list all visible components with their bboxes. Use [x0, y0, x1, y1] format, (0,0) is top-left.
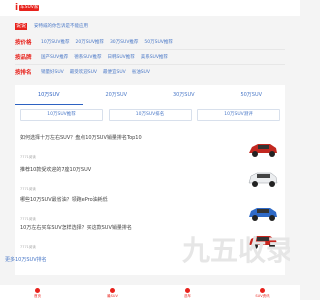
suv-icon: [110, 287, 115, 293]
subtab-recommend[interactable]: 10万SUV推荐: [20, 109, 103, 121]
nav-link[interactable]: 30万SUV推荐: [110, 39, 138, 45]
nav-category: 按排名: [15, 70, 32, 76]
watermark-text: 九五收录: [182, 234, 290, 267]
car-thumbnail[interactable]: [246, 167, 280, 189]
notice-link[interactable]: 安特威的你告诉是不能应用: [34, 23, 88, 29]
tab-30w[interactable]: 30万SUV: [150, 85, 218, 105]
article-title[interactable]: 如何选择十万左右SUV？盘点10万SUV销量排名Top10: [20, 135, 240, 142]
footer-label: 选车: [184, 293, 191, 298]
footer-item-home[interactable]: 首页: [0, 285, 75, 300]
car-thumbnail[interactable]: [246, 201, 280, 223]
tab-10w[interactable]: 10万SUV: [15, 85, 83, 105]
article-item[interactable]: 哪些10万SUV最省油？领跑ePro油耗低 7771阅读: [20, 197, 280, 227]
tab-50w[interactable]: 50万SUV: [218, 85, 286, 105]
nav-link[interactable]: 最受欢迎SUV: [70, 69, 97, 75]
price-tabs: 10万SUV 20万SUV 30万SUV 50万SUV: [15, 85, 285, 105]
nav-link[interactable]: 20万SUV推荐: [75, 39, 103, 45]
footer-label: 最SUV: [107, 293, 118, 298]
bottom-nav: 首页 最SUV 选车 SUV资讯: [0, 285, 300, 300]
footer-label: SUV资讯: [255, 293, 270, 298]
nav-row-brand: 按品牌 国产SUV推荐 德系SUV推荐 日韩SUV推荐 美系SUV推荐: [15, 51, 285, 63]
article-meta: 7771阅读: [20, 217, 36, 221]
car-icon: [185, 287, 190, 293]
more-rank-link[interactable]: 更多10万SUV排名: [5, 256, 47, 263]
nav-link[interactable]: 10万SUV推荐: [41, 39, 69, 45]
car-thumbnail[interactable]: [246, 137, 280, 159]
footer-item-news[interactable]: SUV资讯: [225, 285, 300, 300]
article-meta: 7771阅读: [20, 187, 36, 191]
footer-item-suv[interactable]: 最SUV: [75, 285, 150, 300]
site-watermark: 九五收录: [182, 234, 290, 267]
nav-row-price: 按价格 10万SUV推荐 20万SUV推荐 30万SUV推荐 50万SUV推荐: [15, 36, 285, 48]
nav-category: 按价格: [15, 40, 32, 46]
divider: [15, 64, 285, 65]
footer-label: 首页: [34, 293, 41, 298]
article-title[interactable]: 推荐10款受欢迎的7座10万SUV: [20, 167, 240, 174]
subtab-rank[interactable]: 10万SUV排名: [108, 109, 192, 121]
article-item[interactable]: 推荐10款受欢迎的7座10万SUV 7771阅读: [20, 167, 280, 197]
subtab-review[interactable]: 10万SUV测评: [197, 109, 280, 121]
notice-badge: 说说: [15, 22, 28, 30]
nav-link[interactable]: 国产SUV推荐: [41, 54, 68, 60]
logo-mark: i: [15, 3, 19, 13]
article-meta: 7771阅读: [20, 155, 36, 159]
sub-tabs: 10万SUV推荐 10万SUV排名 10万SUV测评: [20, 109, 280, 121]
home-icon: [35, 287, 40, 293]
footer-item-select[interactable]: 选车: [150, 285, 225, 300]
nav-link[interactable]: 销量好SUV: [41, 69, 64, 75]
nav-link[interactable]: 日韩SUV推荐: [107, 54, 134, 60]
news-icon: [260, 287, 265, 293]
nav-category: 按品牌: [15, 55, 32, 61]
nav-link[interactable]: 美系SUV推荐: [141, 54, 168, 60]
divider: [15, 49, 285, 50]
article-item[interactable]: 如何选择十万左右SUV？盘点10万SUV销量排名Top10 7771阅读: [20, 135, 280, 165]
logo-text: 车SUV家: [19, 5, 40, 11]
site-logo[interactable]: i 车SUV家: [15, 3, 40, 13]
notice-bar: 说说 安特威的你告诉是不能应用: [15, 22, 285, 30]
nav-link[interactable]: 德系SUV推荐: [74, 54, 101, 60]
article-title[interactable]: 哪些10万SUV最省油？领跑ePro油耗低: [20, 197, 240, 204]
nav-link[interactable]: 省油SUV: [132, 69, 150, 75]
nav-link[interactable]: 50万SUV推荐: [144, 39, 172, 45]
top-header: i 车SUV家: [0, 0, 300, 16]
nav-row-rank: 按排名 销量好SUV 最受欢迎SUV 最便宜SUV 省油SUV: [15, 66, 285, 78]
tab-20w[interactable]: 20万SUV: [83, 85, 151, 105]
nav-link[interactable]: 最便宜SUV: [103, 69, 126, 75]
